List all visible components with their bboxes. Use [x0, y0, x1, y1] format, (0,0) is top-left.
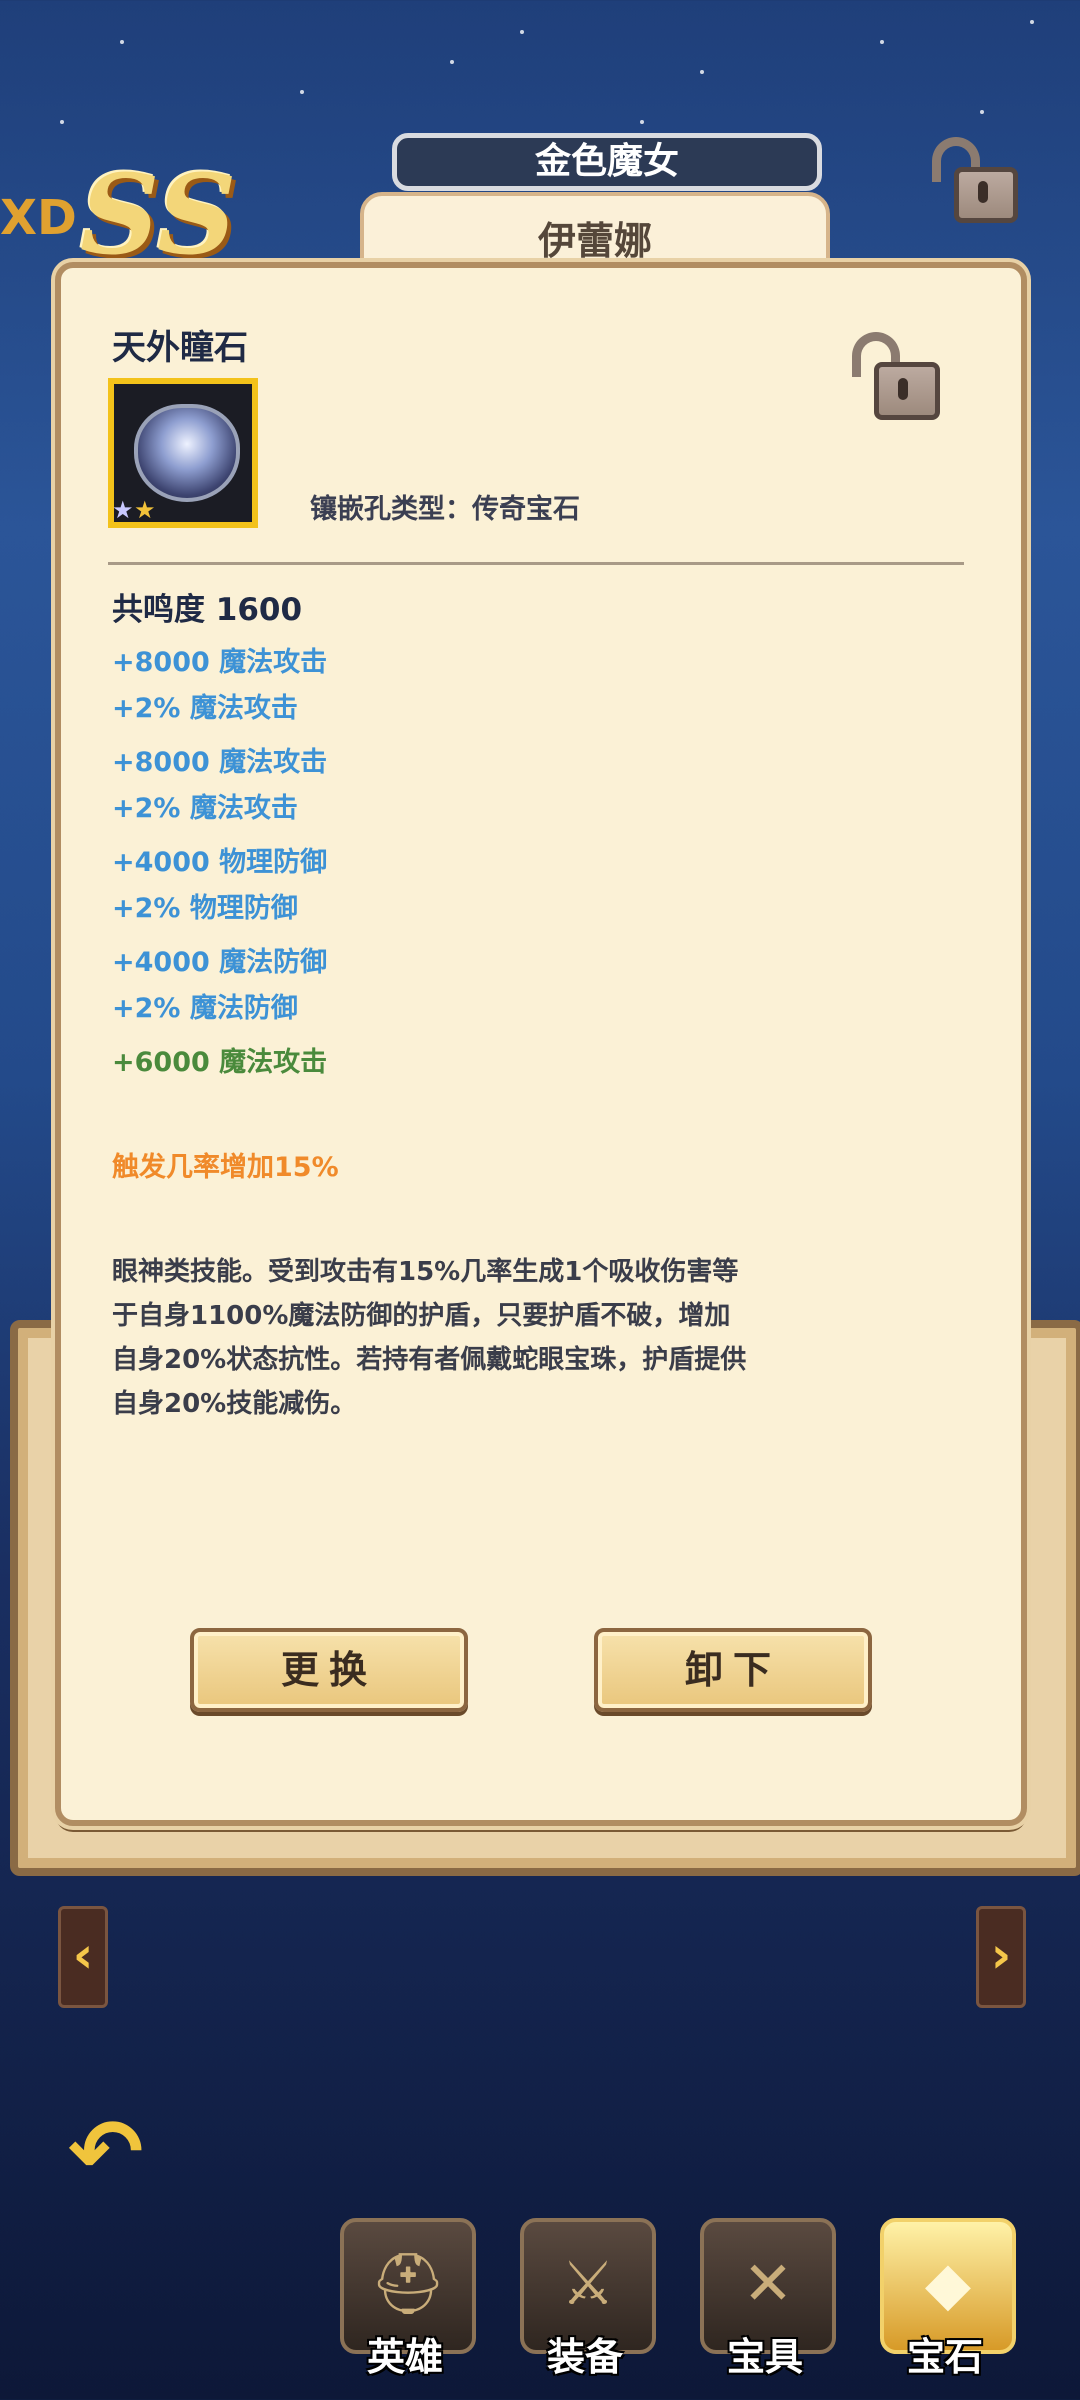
- nav-tab-treasure[interactable]: ✕ 宝具: [700, 2218, 836, 2379]
- nav-tab-equipment[interactable]: ⚔ 装备: [520, 2218, 656, 2379]
- hero-title: 金色魔女: [392, 133, 822, 191]
- stat-line: +8000 魔法攻击: [112, 747, 328, 778]
- resonance-value: 共鸣度 1600: [112, 592, 303, 628]
- socket-type-label: 镶嵌孔类型：传奇宝石: [310, 494, 580, 525]
- back-arrow-icon[interactable]: ↶: [68, 2100, 143, 2205]
- stat-line: +2% 魔法攻击: [112, 793, 298, 824]
- stat-line: +4000 物理防御: [112, 847, 328, 878]
- stat-line: +6000 魔法攻击: [112, 1047, 328, 1078]
- nav-label: 英雄: [366, 2335, 443, 2379]
- next-arrow-icon[interactable]: ›: [976, 1906, 1026, 2008]
- gem-icon: [134, 404, 240, 502]
- star-icon: ★: [134, 496, 156, 524]
- unequip-button[interactable]: 卸下: [594, 1628, 872, 1712]
- hero-lock-icon[interactable]: [930, 135, 1020, 225]
- star-icon: ★: [112, 496, 134, 524]
- edge-text: XD: [0, 190, 77, 246]
- stat-line: +2% 物理防御: [112, 893, 298, 924]
- stat-line: +4000 魔法防御: [112, 947, 328, 978]
- nav-label: 宝石: [906, 2335, 983, 2379]
- nav-tab-hero[interactable]: ⛑ 英雄: [340, 2218, 476, 2379]
- nav-label: 装备: [546, 2335, 623, 2379]
- gem-thumbnail[interactable]: ★ ★: [108, 378, 258, 528]
- gem-name: 天外瞳石: [112, 328, 248, 368]
- prev-arrow-icon[interactable]: ‹: [58, 1906, 108, 2008]
- replace-button[interactable]: 更换: [190, 1628, 468, 1712]
- stat-line: +8000 魔法攻击: [112, 647, 328, 678]
- nav-tab-gem[interactable]: ◆ 宝石: [880, 2218, 1016, 2379]
- trigger-rate-text: 触发几率增加15%: [112, 1152, 339, 1183]
- nav-label: 宝具: [726, 2335, 803, 2379]
- rank-badge: SS: [80, 150, 237, 279]
- divider: [108, 562, 964, 565]
- stat-line: +2% 魔法防御: [112, 993, 298, 1024]
- skill-description: 眼神类技能。受到攻击有15%几率生成1个吸收伤害等于自身1100%魔法防御的护盾…: [112, 1257, 747, 1419]
- gem-lock-icon[interactable]: [850, 328, 950, 428]
- stat-line: +2% 魔法攻击: [112, 693, 298, 724]
